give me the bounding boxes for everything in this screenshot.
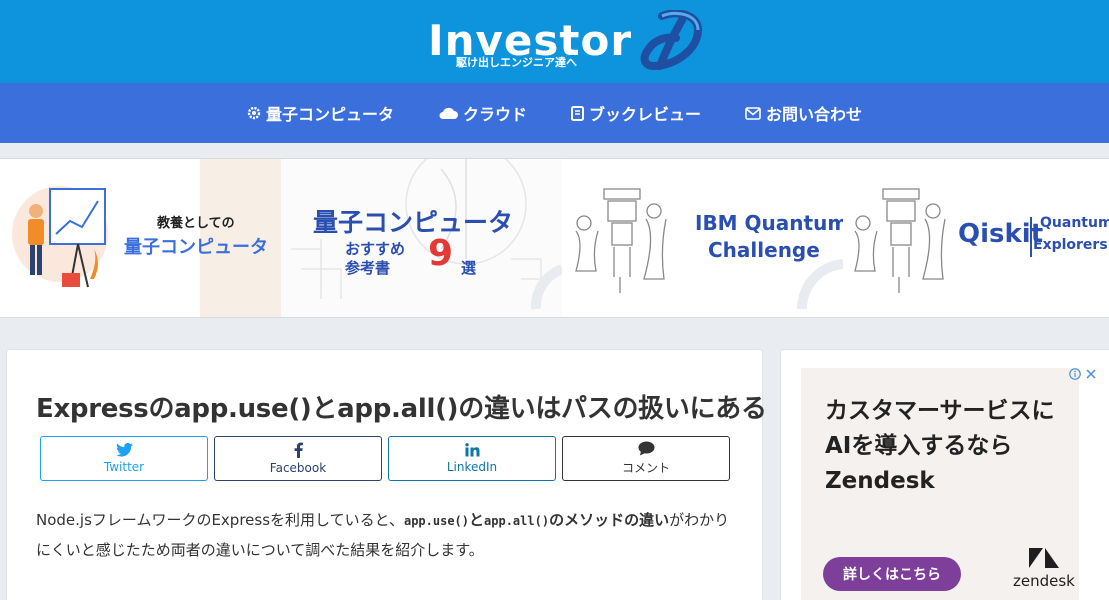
banner-card-quantum-books[interactable]: 量子コンピュータ おすすめ 参考書 9 選 xyxy=(281,159,562,317)
banner-card-line1: 教養としての xyxy=(157,216,235,231)
banner-card-number: 9 xyxy=(428,233,454,274)
nav-item-contact[interactable]: お問い合わせ xyxy=(745,101,862,125)
inline-code-app-use: app.use() xyxy=(403,514,470,528)
banner-card-line3: Explorers xyxy=(1033,237,1108,253)
banner-card-quantum-liberal-arts[interactable]: 教養としての 量子コンピュータ xyxy=(0,159,281,317)
twitter-share-label: Twitter xyxy=(103,460,145,474)
zendesk-ad[interactable]: カスタマーサービスに AIを導入するなら Zendesk 詳しくはこちら zen… xyxy=(801,368,1096,600)
comment-icon xyxy=(638,441,654,456)
ad-learn-more-button[interactable]: 詳しくはこちら xyxy=(823,557,961,591)
site-logo[interactable]: Investor 駆け出しエンジニア達へ xyxy=(428,10,703,70)
banner-card-line2: Challenge xyxy=(708,238,820,262)
zendesk-logo-text: zendesk xyxy=(1013,572,1075,590)
ad-choices[interactable] xyxy=(1069,368,1097,380)
nav-item-label: お問い合わせ xyxy=(766,105,863,124)
nav-item-cloud[interactable]: クラウド xyxy=(438,101,527,125)
article-intro: Node.jsフレームワークのExpressを利用していると、app.use()… xyxy=(36,506,736,565)
banner-card-line2: 量子コンピュータ xyxy=(124,237,268,258)
site-header: Investor 駆け出しエンジニア達へ xyxy=(0,0,1109,83)
book-icon xyxy=(571,105,584,121)
zendesk-logo: zendesk xyxy=(1013,546,1075,590)
banner-card-line1: Qiskit xyxy=(958,219,1044,249)
facebook-icon xyxy=(294,442,303,458)
facebook-share-label: Facebook xyxy=(269,461,327,475)
banner-card-line3: 参考書 xyxy=(345,259,391,277)
logo-mark-icon xyxy=(640,10,703,70)
close-icon[interactable] xyxy=(1085,368,1097,380)
nav-item-label: ブックレビュー xyxy=(589,105,702,124)
nav-item-book-review[interactable]: ブックレビュー xyxy=(571,101,701,125)
nav-item-label: 量子コンピュータ xyxy=(265,105,394,124)
banner-card-qiskit-quantum-explorers[interactable]: Qiskit Quantum Explorers xyxy=(843,159,1109,317)
article-card: Expressのapp.use()とapp.all()の違いはパスの扱いにある … xyxy=(6,349,767,600)
gear-icon xyxy=(247,106,261,120)
zendesk-logo-icon xyxy=(1028,548,1059,568)
banner-card-ibm-quantum-challenge[interactable]: IBM Quantum Challenge xyxy=(562,159,843,317)
info-icon xyxy=(1069,368,1081,380)
main-nav: 量子コンピュータ クラウド ブックレビュー お問い合わせ xyxy=(0,83,1109,143)
linkedin-share-label: LinkedIn xyxy=(446,460,498,474)
banner-card-line1: 量子コンピュータ xyxy=(313,208,514,237)
facebook-share-button[interactable]: Facebook xyxy=(214,436,382,481)
share-buttons: Twitter Facebook LinkedIn コメント xyxy=(40,436,736,481)
featured-banner: 教養としての 量子コンピュータ 量子コンピュータ おすすめ 参考書 9 選 IB… xyxy=(0,158,1109,318)
cloud-icon xyxy=(439,107,458,119)
ad-headline: カスタマーサービスに AIを導入するなら Zendesk xyxy=(825,398,1055,494)
linkedin-icon xyxy=(464,443,479,457)
sidebar: カスタマーサービスに AIを導入するなら Zendesk 詳しくはこちら zen… xyxy=(780,349,1109,600)
banner-card-line2: おすすめ xyxy=(345,240,406,258)
comment-button[interactable]: コメント xyxy=(562,436,730,481)
comment-label: コメント xyxy=(621,461,670,475)
twitter-share-button[interactable]: Twitter xyxy=(40,436,208,481)
banner-card-line1: IBM Quantum xyxy=(695,211,843,235)
linkedin-share-button[interactable]: LinkedIn xyxy=(388,436,556,481)
banner-card-suffix: 選 xyxy=(461,259,477,277)
intro-text: Node.jsフレームワークのExpressを利用していると、 xyxy=(36,511,404,529)
article-title: Expressのapp.use()とapp.all()の違いはパスの扱いにある xyxy=(36,394,767,424)
intro-connector: と xyxy=(469,511,485,529)
logo-tagline: 駆け出しエンジニア達へ xyxy=(456,56,577,69)
nav-item-label: クラウド xyxy=(462,105,527,124)
inline-code-app-all: app.all() xyxy=(484,514,550,528)
intro-emphasis: のメソッドの違い xyxy=(549,511,670,529)
twitter-icon xyxy=(115,443,133,457)
banner-card-line2: Quantum xyxy=(1040,215,1109,231)
nav-item-quantum[interactable]: 量子コンピュータ xyxy=(247,101,394,125)
mail-icon xyxy=(745,106,761,120)
